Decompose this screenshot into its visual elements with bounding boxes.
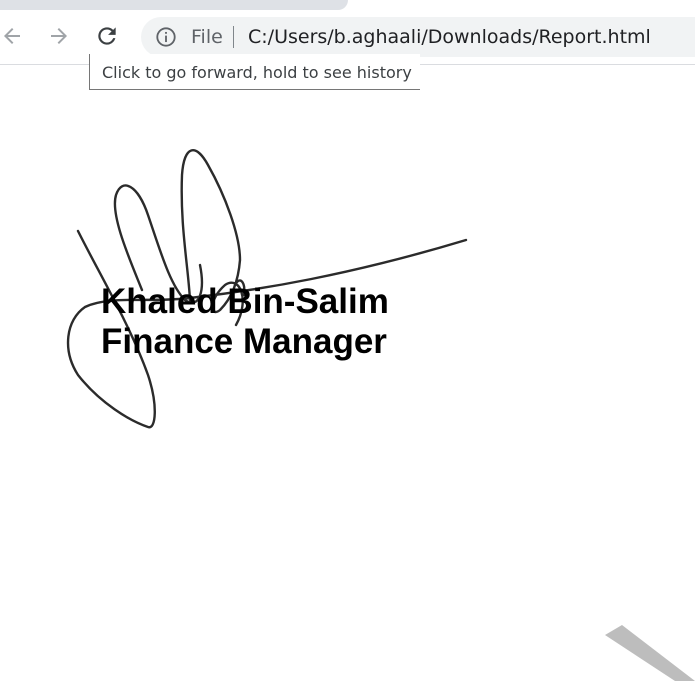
omnibox-divider [233,26,234,48]
address-bar[interactable]: File C:/Users/b.aghaali/Downloads/Report… [141,17,695,57]
signer-name: Khaled Bin-Salim [101,282,389,321]
scheme-label: File [191,26,223,48]
signer-block: Khaled Bin-Salim Finance Manager [101,282,389,362]
reload-button[interactable] [93,22,121,50]
corner-stripe [605,625,695,681]
reload-icon [98,27,116,45]
arrow-right-icon [51,28,67,44]
arrow-left-icon [4,28,20,44]
forward-button[interactable] [45,22,73,50]
back-button[interactable] [0,22,26,50]
url-text[interactable]: C:/Users/b.aghaali/Downloads/Report.html [248,26,651,48]
forward-tooltip: Click to go forward, hold to see history [89,54,420,90]
signer-title: Finance Manager [101,322,387,361]
info-icon[interactable] [155,26,177,48]
tab-strip-edge [0,0,348,10]
